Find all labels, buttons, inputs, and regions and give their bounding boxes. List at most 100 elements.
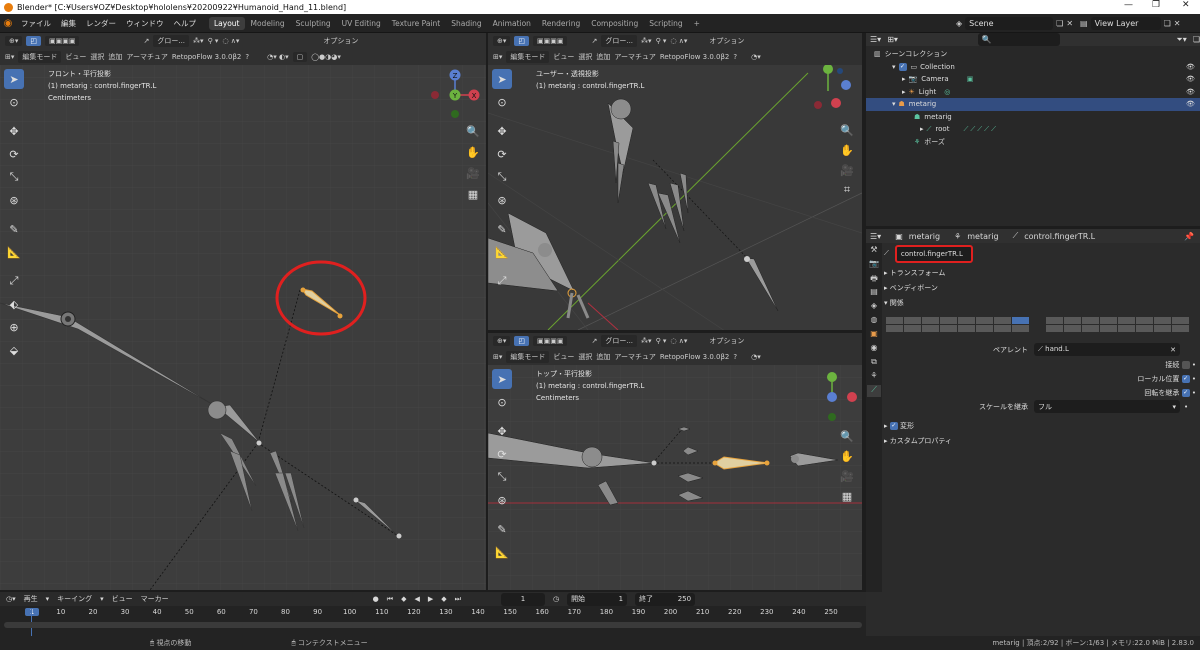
outliner-row-armature-data[interactable]: ☗ metarig [866, 111, 1200, 124]
select-mode-icons-user[interactable]: ▣▣▣▣ [533, 36, 568, 46]
delete-scene-icon[interactable]: ✕ [1066, 19, 1073, 28]
timeline-menu-view[interactable]: ビュー [112, 594, 133, 604]
object-tab-icon[interactable]: ▣ [867, 329, 881, 341]
keyframe-dot-icon[interactable]: • [1192, 389, 1196, 397]
visibility-eye-icon[interactable]: 👁 [1186, 63, 1195, 71]
menu-file[interactable]: ファイル [16, 18, 56, 29]
outliner-row-metarig[interactable]: ▾ ☗ metarig 👁 [866, 98, 1200, 111]
tab-sculpting[interactable]: Sculpting [291, 17, 336, 30]
zoom-icon[interactable]: 🔍 [464, 122, 482, 140]
rotate-tool-icon-user[interactable]: ⟳ [492, 144, 512, 164]
panel-deform[interactable]: ▸ ✓ 変形 [884, 419, 1196, 432]
cursor-tool-icon[interactable]: ⊙ [4, 92, 24, 112]
pan-icon[interactable]: ✋ [464, 143, 482, 161]
select-mode-icons[interactable]: ▣▣▣▣ [45, 36, 80, 46]
clear-icon[interactable]: ✕ [1170, 346, 1176, 354]
mode-dropdown[interactable]: 編集モード [18, 51, 62, 63]
expand-icon[interactable]: ▸ [902, 88, 906, 96]
bone-layer-cell[interactable] [1172, 317, 1189, 324]
options-dropdown-top[interactable]: オプション [709, 336, 744, 346]
view-editor-icon-top[interactable]: ⊞▾ [493, 353, 502, 361]
menu-armature[interactable]: アーマチュア [126, 52, 167, 62]
select-tool-icon-user[interactable]: ➤ [492, 69, 512, 89]
perspective-toggle-icon-user[interactable]: ⌗ [838, 181, 856, 199]
minimize-icon[interactable]: — [1124, 0, 1133, 10]
proportional-icon[interactable]: ◌ ∧▾ [222, 37, 239, 45]
select-tool-icon-top[interactable]: ➤ [492, 369, 512, 389]
outliner-row-root[interactable]: ▸ ⟋ root ⟋⟋⟋⟋⟋ [866, 123, 1200, 136]
orientation-dropdown-top[interactable]: グロー... [601, 335, 638, 347]
timeline-scrollbar[interactable] [4, 622, 862, 628]
scene-selector[interactable]: Scene [965, 17, 1054, 30]
view-layer-tab-icon[interactable]: ▤ [867, 287, 881, 299]
properties-editor-icon[interactable]: ☰▾ [870, 232, 881, 241]
menu-add-user[interactable]: 追加 [596, 52, 610, 62]
menu-window[interactable]: ウィンドウ [121, 18, 169, 29]
inherit-rotation-checkbox[interactable]: ✓ [1181, 388, 1190, 397]
tab-rendering[interactable]: Rendering [537, 17, 585, 30]
play-icon[interactable]: ▶ [428, 595, 433, 603]
roll-tool-icon-user[interactable]: ⤢ [492, 271, 512, 291]
bone-layer-cell[interactable] [958, 317, 975, 324]
menu-armature-top[interactable]: アーマチュア [614, 352, 655, 362]
bone-layer-cell[interactable] [940, 317, 957, 324]
tab-layout[interactable]: Layout [209, 16, 245, 30]
keyframe-prev-icon[interactable]: ◆ [401, 595, 406, 603]
measure-tool-icon-user[interactable]: 📐 [492, 242, 512, 262]
tab-animation[interactable]: Animation [488, 17, 536, 30]
ortho-toggle-icon-top[interactable]: ▦ [838, 487, 856, 505]
keyframe-dot-icon[interactable]: • [1192, 361, 1196, 369]
transform-orientation-icon[interactable]: ↗ [143, 37, 149, 45]
bone-size-tool-icon[interactable]: ⬖ [4, 294, 24, 314]
transform-orientation-icon-user[interactable]: ↗ [591, 37, 597, 45]
xray-icon[interactable]: ▢ [292, 52, 308, 62]
viewport-top[interactable]: ⊕▾ ◰ ▣▣▣▣ ↗ グロー... ⁂▾ ⚲ ▾ ◌ ∧▾ オプション ⊞▾ … [488, 333, 862, 590]
keyframe-dot-icon[interactable]: • [1192, 375, 1196, 383]
bone-layer-cell[interactable] [1082, 317, 1099, 324]
play-reverse-icon[interactable]: ◀ [414, 595, 419, 603]
move-tool-icon-top[interactable]: ✥ [492, 421, 512, 441]
render-tab-icon[interactable]: 📷 [867, 259, 881, 271]
record-icon[interactable]: ● [373, 595, 379, 603]
proportional-icon-user[interactable]: ◌ ∧▾ [670, 37, 687, 45]
tab-uv-editing[interactable]: UV Editing [337, 17, 386, 30]
transform-tool-icon[interactable]: ⊛ [4, 190, 24, 210]
bone-layer-cell[interactable] [1118, 325, 1135, 332]
zoom-icon-top[interactable]: 🔍 [838, 427, 856, 445]
menu-view-user[interactable]: ビュー [553, 52, 574, 62]
tab-shading[interactable]: Shading [446, 17, 486, 30]
bone-layer-cell[interactable] [1064, 317, 1081, 324]
bone-layer-cell[interactable] [1046, 325, 1063, 332]
jump-end-icon[interactable]: ⏭ [455, 595, 461, 604]
outliner-filter-icon[interactable]: ⊞▾ [887, 35, 898, 44]
select-box-tool-icon-top[interactable]: ◰ [514, 336, 530, 346]
menu-select-top[interactable]: 選択 [578, 352, 592, 362]
visibility-eye-icon[interactable]: 👁 [1186, 88, 1195, 96]
timeline-ruler[interactable]: 1 10 20 30 40 50 60 70 80 90 100 110 120 130 140 150 160… [0, 608, 866, 620]
menu-addon[interactable]: RetopoFlow 3.0.0β2 [172, 53, 242, 61]
roll-tool-icon[interactable]: ⤢ [4, 271, 24, 291]
menu-armature-user[interactable]: アーマチュア [614, 52, 655, 62]
select-box-tool-icon-user[interactable]: ◰ [514, 36, 530, 46]
current-frame-input[interactable]: 1 [500, 592, 545, 606]
menu-render[interactable]: レンダー [81, 18, 121, 29]
menu-view[interactable]: ビュー [65, 52, 86, 62]
new-view-layer-icon[interactable]: ❏ [1164, 19, 1171, 28]
help-icon-user[interactable]: ? [733, 53, 737, 61]
bone-layer-cell[interactable] [1064, 325, 1081, 332]
transform-tool-icon-user[interactable]: ⊛ [492, 190, 512, 210]
envelope-tool-icon[interactable]: ⬙ [4, 340, 24, 360]
new-scene-icon[interactable]: ❏ [1056, 19, 1063, 28]
bone-layer-cell[interactable] [922, 317, 939, 324]
menu-addon-user[interactable]: RetopoFlow 3.0.0β2 [660, 53, 730, 61]
select-box-tool-icon[interactable]: ◰ [26, 36, 42, 46]
bone-tab-icon[interactable]: ⟋ [867, 385, 881, 397]
bone-layer-cell[interactable] [1100, 325, 1117, 332]
keyframe-next-icon[interactable]: ◆ [441, 595, 446, 603]
bone-layer-cell[interactable] [904, 317, 921, 324]
panel-custom-properties[interactable]: ▸ カスタムプロパティ [884, 434, 1196, 447]
bone-layer-cell[interactable] [1136, 325, 1153, 332]
annotate-tool-icon-top[interactable]: ✎ [492, 519, 512, 539]
deform-checkbox[interactable]: ✓ [889, 421, 898, 430]
select-tool-icon[interactable]: ➤ [4, 69, 24, 89]
